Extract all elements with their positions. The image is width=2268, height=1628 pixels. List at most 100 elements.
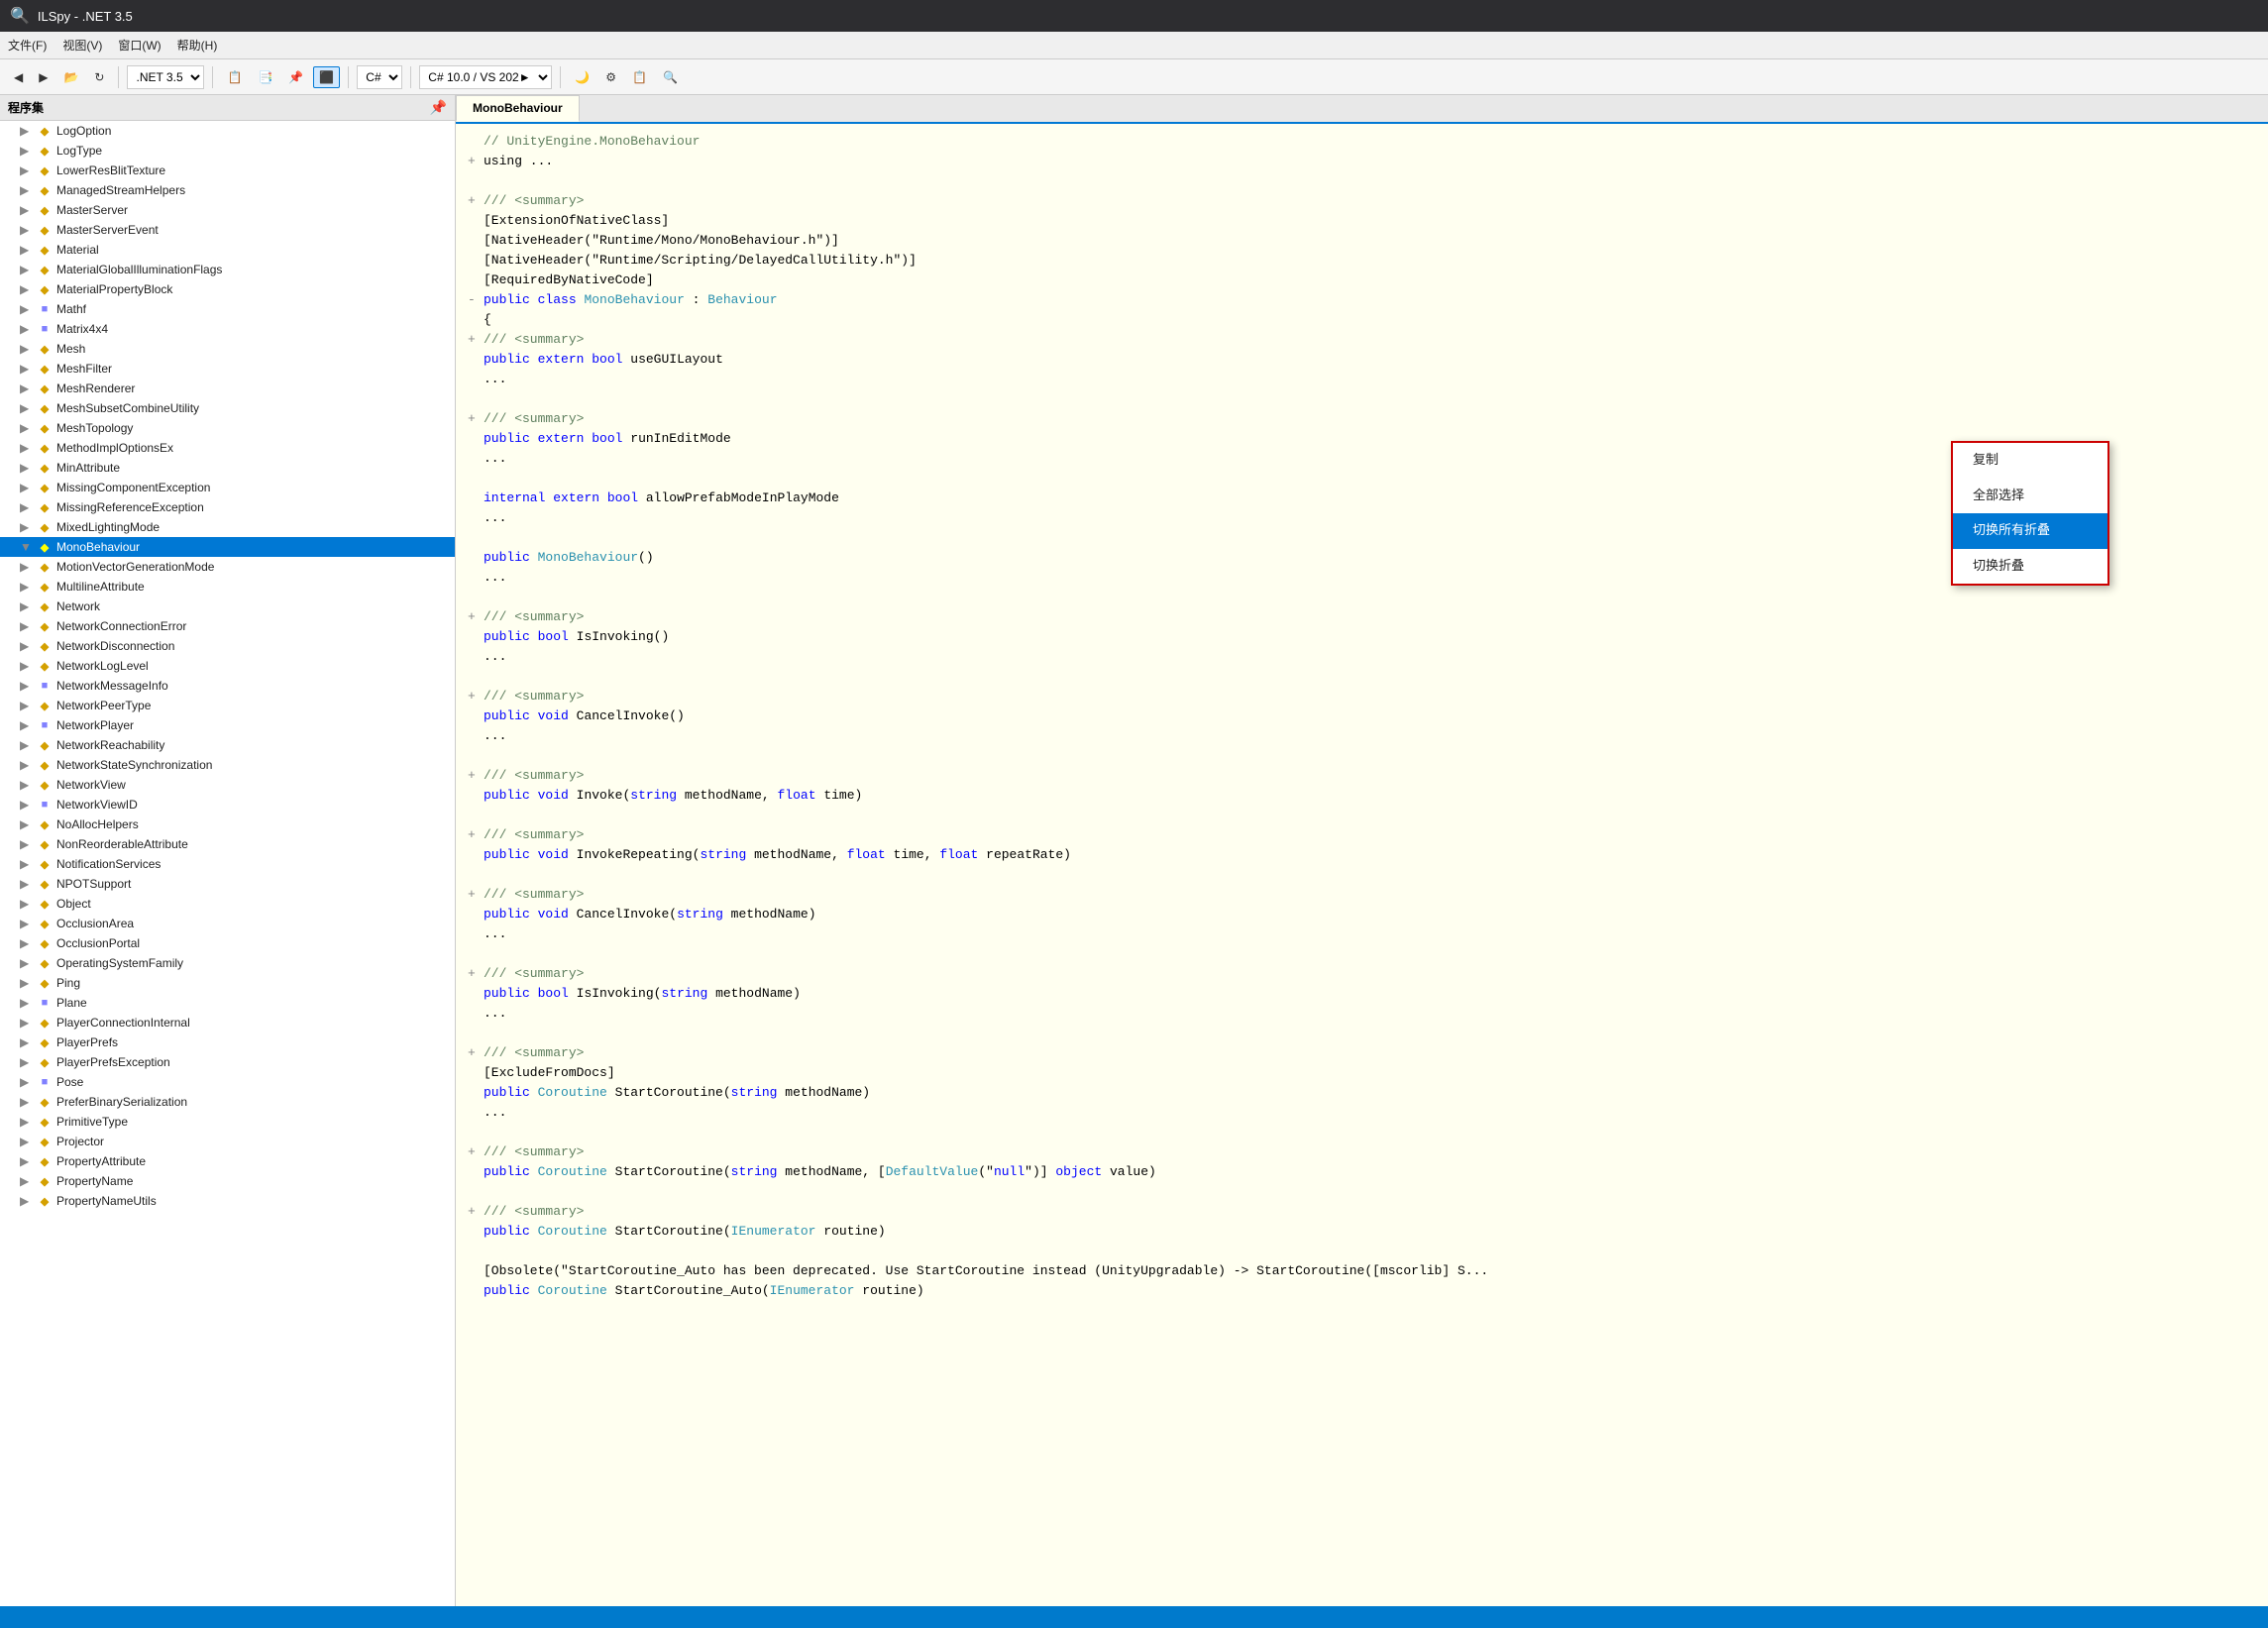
code-expand-btn[interactable]: + (468, 409, 484, 429)
forward-button[interactable]: ▶ (33, 66, 54, 88)
expand-icon[interactable]: ▶ (20, 1075, 36, 1089)
tree-item-propertynameutils[interactable]: ▶ ◆ PropertyNameUtils (0, 1191, 455, 1211)
tree-item-playerconnectioninternal[interactable]: ▶ ◆ PlayerConnectionInternal (0, 1013, 455, 1032)
tree-item-network[interactable]: ▶ ◆ Network (0, 597, 455, 616)
menu-help[interactable]: 帮助(H) (177, 37, 218, 54)
dotnet-version-select[interactable]: .NET 3.5 (127, 65, 204, 89)
pin-icon[interactable]: 📌 (430, 99, 447, 116)
code-expand-btn[interactable]: + (468, 885, 484, 905)
expand-icon[interactable]: ▶ (20, 956, 36, 970)
tree-item-propertyname[interactable]: ▶ ◆ PropertyName (0, 1171, 455, 1191)
expand-icon[interactable]: ▶ (20, 481, 36, 494)
expand-icon[interactable]: ▶ (20, 877, 36, 891)
expand-icon[interactable]: ▶ (20, 1174, 36, 1188)
code-expand-btn[interactable]: + (468, 191, 484, 211)
settings-button[interactable]: ⚙ (599, 66, 622, 88)
expand-icon[interactable]: ▶ (20, 560, 36, 574)
expand-icon[interactable]: ▶ (20, 857, 36, 871)
code-expand-btn[interactable]: + (468, 607, 484, 627)
expand-icon[interactable]: ▶ (20, 441, 36, 455)
code-expand-btn[interactable]: + (468, 1142, 484, 1162)
code-area[interactable]: // UnityEngine.MonoBehaviour+using ...+/… (456, 124, 2268, 1606)
expand-icon[interactable]: ▶ (20, 163, 36, 177)
tree-item-monobehaviour[interactable]: ▼ ◆ MonoBehaviour (0, 537, 455, 557)
expand-icon[interactable]: ▶ (20, 679, 36, 693)
tree-item-managedstreamhelpers[interactable]: ▶ ◆ ManagedStreamHelpers (0, 180, 455, 200)
tree-item-networkreachability[interactable]: ▶ ◆ NetworkReachability (0, 735, 455, 755)
expand-icon[interactable]: ▶ (20, 203, 36, 217)
context-menu-item-toggleFold[interactable]: 切换折叠 (1953, 549, 2107, 585)
tree-item-networkplayer[interactable]: ▶ ■ NetworkPlayer (0, 715, 455, 735)
tree-item-networkdisconnection[interactable]: ▶ ◆ NetworkDisconnection (0, 636, 455, 656)
expand-icon[interactable]: ▶ (20, 124, 36, 138)
expand-icon[interactable]: ▶ (20, 342, 36, 356)
tree-item-networkconnectionerror[interactable]: ▶ ◆ NetworkConnectionError (0, 616, 455, 636)
tree-item-primitivetype[interactable]: ▶ ◆ PrimitiveType (0, 1112, 455, 1132)
expand-icon[interactable]: ▶ (20, 599, 36, 613)
tab-monobehaviour[interactable]: MonoBehaviour (456, 95, 580, 122)
tree-item-missingreferenceexception[interactable]: ▶ ◆ MissingReferenceException (0, 497, 455, 517)
expand-icon[interactable]: ▶ (20, 1194, 36, 1208)
expand-icon[interactable]: ▶ (20, 798, 36, 812)
tree-item-material[interactable]: ▶ ◆ Material (0, 240, 455, 260)
tree-item-networkviewid[interactable]: ▶ ■ NetworkViewID (0, 795, 455, 814)
tree-item-ping[interactable]: ▶ ◆ Ping (0, 973, 455, 993)
tree-item-networkpeertype[interactable]: ▶ ◆ NetworkPeerType (0, 696, 455, 715)
expand-icon[interactable]: ▶ (20, 976, 36, 990)
tree-item-logtype[interactable]: ▶ ◆ LogType (0, 141, 455, 161)
tree-item-materialglobalilluminationflags[interactable]: ▶ ◆ MaterialGlobalIlluminationFlags (0, 260, 455, 279)
menu-view[interactable]: 视图(V) (62, 37, 102, 54)
tree-item-occlusionarea[interactable]: ▶ ◆ OcclusionArea (0, 914, 455, 933)
tree-item-networkloglevel[interactable]: ▶ ◆ NetworkLogLevel (0, 656, 455, 676)
expand-icon[interactable]: ▶ (20, 243, 36, 257)
expand-icon[interactable]: ▶ (20, 401, 36, 415)
code-expand-btn[interactable]: + (468, 687, 484, 706)
code-expand-btn[interactable]: + (468, 1043, 484, 1063)
code-expand-btn[interactable]: + (468, 766, 484, 786)
back-button[interactable]: ◀ (8, 66, 29, 88)
expand-icon[interactable]: ▶ (20, 738, 36, 752)
tree-item-meshsubsetcombineutility[interactable]: ▶ ◆ MeshSubsetCombineUtility (0, 398, 455, 418)
tree-item-object[interactable]: ▶ ◆ Object (0, 894, 455, 914)
tree-item-nonreorderableattribute[interactable]: ▶ ◆ NonReorderableAttribute (0, 834, 455, 854)
tree-item-networkmessageinfo[interactable]: ▶ ■ NetworkMessageInfo (0, 676, 455, 696)
tree-item-lowerresblittexture[interactable]: ▶ ◆ LowerResBlitTexture (0, 161, 455, 180)
expand-icon[interactable]: ▶ (20, 619, 36, 633)
tree-item-masterserver[interactable]: ▶ ◆ MasterServer (0, 200, 455, 220)
expand-icon[interactable]: ▶ (20, 699, 36, 712)
code-expand-btn[interactable]: + (468, 1202, 484, 1222)
expand-icon[interactable]: ▶ (20, 718, 36, 732)
expand-icon[interactable]: ▶ (20, 381, 36, 395)
tree-item-pose[interactable]: ▶ ■ Pose (0, 1072, 455, 1092)
tree-item-meshtopology[interactable]: ▶ ◆ MeshTopology (0, 418, 455, 438)
code-expand-btn[interactable]: + (468, 825, 484, 845)
expand-icon[interactable]: ▶ (20, 183, 36, 197)
expand-icon[interactable]: ▶ (20, 282, 36, 296)
copy-button[interactable]: 📋 (626, 66, 653, 88)
tree-item-logoption[interactable]: ▶ ◆ LogOption (0, 121, 455, 141)
tree-item-materialpropertyblock[interactable]: ▶ ◆ MaterialPropertyBlock (0, 279, 455, 299)
tree-item-propertyattribute[interactable]: ▶ ◆ PropertyAttribute (0, 1151, 455, 1171)
tree-item-playerprefs[interactable]: ▶ ◆ PlayerPrefs (0, 1032, 455, 1052)
expand-icon[interactable]: ▶ (20, 1154, 36, 1168)
expand-icon[interactable]: ▶ (20, 778, 36, 792)
tree-item-playerprefsexception[interactable]: ▶ ◆ PlayerPrefsException (0, 1052, 455, 1072)
tree-item-masterserverevent[interactable]: ▶ ◆ MasterServerEvent (0, 220, 455, 240)
tree-item-projector[interactable]: ▶ ◆ Projector (0, 1132, 455, 1151)
expand-icon[interactable]: ▶ (20, 1095, 36, 1109)
tree-item-meshfilter[interactable]: ▶ ◆ MeshFilter (0, 359, 455, 379)
expand-icon[interactable]: ▶ (20, 996, 36, 1010)
language-select[interactable]: C# (357, 65, 402, 89)
expand-icon[interactable]: ▶ (20, 639, 36, 653)
expand-icon[interactable]: ▶ (20, 917, 36, 930)
search-button[interactable]: 🔍 (657, 66, 684, 88)
expand-icon[interactable]: ▶ (20, 1016, 36, 1030)
refresh-button[interactable]: ↻ (88, 66, 110, 88)
menu-window[interactable]: 窗口(W) (118, 37, 161, 54)
tree-item-plane[interactable]: ▶ ■ Plane (0, 993, 455, 1013)
tree-item-occlusionportal[interactable]: ▶ ◆ OcclusionPortal (0, 933, 455, 953)
expand-icon[interactable]: ▶ (20, 758, 36, 772)
expand-icon[interactable]: ▼ (20, 540, 36, 554)
expand-icon[interactable]: ▶ (20, 461, 36, 475)
manage-button[interactable]: 📑 (252, 66, 278, 88)
